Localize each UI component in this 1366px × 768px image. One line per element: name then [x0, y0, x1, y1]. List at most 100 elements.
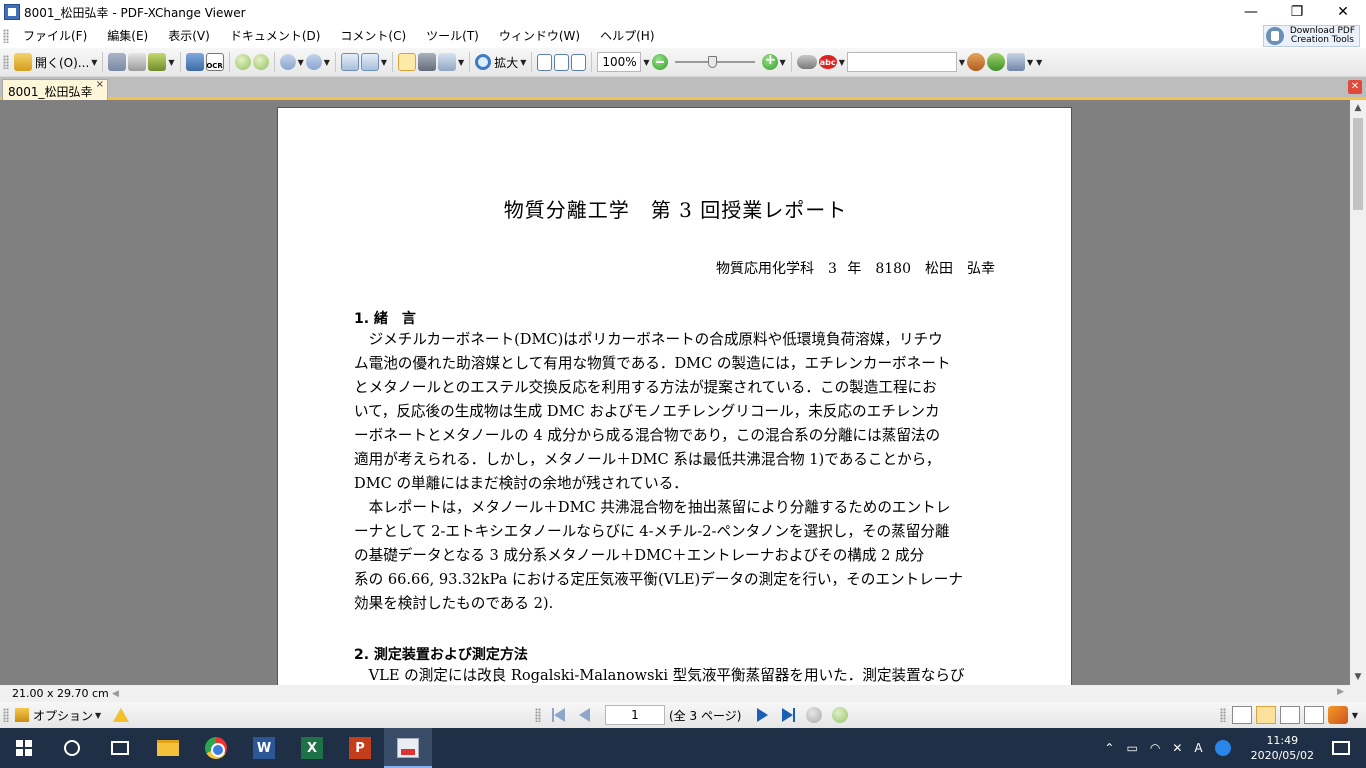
menu-window[interactable]: ウィンドウ(W) — [489, 24, 590, 48]
excel-button[interactable]: X — [288, 728, 336, 768]
close-button[interactable]: ✕ — [1320, 0, 1366, 24]
chevron-down-icon[interactable]: ▼ — [458, 58, 464, 67]
options-tool-button[interactable]: ▼ — [1007, 51, 1033, 73]
menu-help[interactable]: ヘルプ(H) — [590, 24, 664, 48]
chevron-down-icon[interactable]: ▼ — [95, 711, 101, 720]
warning-icon[interactable] — [113, 708, 130, 722]
toolbar-grip[interactable] — [3, 55, 9, 69]
document-viewport[interactable]: 物質分離工学 第 3 回授業レポート 物質応用化学科 3 年 8180 松田 弘… — [0, 100, 1350, 685]
nav-grip[interactable] — [535, 708, 541, 722]
wifi-icon[interactable]: ◠ — [1150, 741, 1160, 755]
menu-file[interactable]: ファイル(F) — [13, 24, 97, 48]
scroll-right-arrow[interactable]: ▶ — [1337, 687, 1344, 697]
scan-button[interactable] — [185, 51, 204, 73]
single-page-view-button[interactable] — [1231, 706, 1252, 724]
highlight-fields-icon[interactable] — [1327, 706, 1348, 724]
zoom-slider-thumb[interactable] — [708, 56, 718, 68]
prev-page-button[interactable] — [574, 706, 594, 724]
pdf-page[interactable]: 物質分離工学 第 3 回授業レポート 物質応用化学科 3 年 8180 松田 弘… — [277, 107, 1072, 685]
redo-button[interactable]: ▼ — [305, 51, 330, 73]
zoom-in-button[interactable]: ▼ — [761, 51, 786, 73]
cortana-button[interactable] — [48, 728, 96, 768]
onedrive-icon[interactable] — [1214, 740, 1231, 756]
chevron-down-icon[interactable]: ▼ — [381, 58, 387, 67]
menu-grip[interactable] — [3, 29, 9, 43]
minimize-button[interactable]: — — [1228, 0, 1274, 24]
stamp-tool-button[interactable] — [967, 51, 985, 73]
save-button[interactable] — [108, 51, 127, 73]
menu-document[interactable]: ドキュメント(D) — [220, 24, 331, 48]
zoom-in-tool-button[interactable]: 拡大 ▼ — [475, 51, 526, 73]
chevron-down-icon[interactable]: ▼ — [168, 58, 174, 67]
volume-muted-icon[interactable]: ✕ — [1172, 741, 1182, 755]
scroll-left-arrow[interactable]: ◀ — [112, 689, 119, 699]
chevron-down-icon[interactable]: ▼ — [959, 58, 965, 67]
pdf-xchange-taskbar-button[interactable] — [384, 728, 432, 768]
close-document-button[interactable]: ✕ — [1348, 80, 1362, 94]
chevron-down-icon[interactable]: ▼ — [643, 58, 649, 67]
chevron-down-icon[interactable]: ▼ — [1027, 58, 1033, 67]
word-button[interactable]: W — [240, 728, 288, 768]
chrome-button[interactable] — [192, 728, 240, 768]
last-page-button[interactable] — [778, 706, 798, 724]
continuous-view-button[interactable] — [1255, 706, 1276, 724]
task-view-button[interactable] — [96, 728, 144, 768]
fit-width-button[interactable] — [571, 51, 587, 73]
chevron-up-icon[interactable]: ⌃ — [1104, 741, 1114, 755]
chevron-down-icon[interactable]: ▼ — [520, 58, 526, 67]
clock[interactable]: 11:49 2020/05/02 — [1251, 733, 1314, 763]
status-grip[interactable] — [3, 708, 9, 722]
chevron-down-icon[interactable]: ▼ — [91, 58, 97, 67]
print-button[interactable] — [128, 51, 147, 73]
menu-edit[interactable]: 編集(E) — [97, 24, 158, 48]
horizontal-scrollbar[interactable]: 21.00 x 29.70 cm ◀ ▶ — [0, 685, 1366, 702]
chevron-down-icon[interactable]: ▼ — [839, 58, 845, 67]
fit-page-button[interactable] — [554, 51, 570, 73]
export-page-button[interactable]: ▼ — [360, 51, 387, 73]
rotate-page-button[interactable] — [340, 51, 359, 73]
file-explorer-button[interactable] — [144, 728, 192, 768]
start-button[interactable] — [0, 728, 48, 768]
facing-view-button[interactable] — [1279, 706, 1300, 724]
pdf-xchange-app-icon[interactable] — [4, 4, 20, 20]
hand-tool-button[interactable] — [398, 51, 417, 73]
chevron-down-icon[interactable]: ▼ — [1352, 711, 1358, 720]
zoom-out-button[interactable] — [651, 51, 668, 73]
first-page-button[interactable] — [548, 706, 568, 724]
continuous-facing-view-button[interactable] — [1303, 706, 1324, 724]
back-button[interactable] — [234, 51, 251, 73]
toolbar-overflow-icon[interactable]: ▼ — [1036, 58, 1042, 67]
next-page-button[interactable] — [752, 706, 772, 724]
restore-button[interactable]: ❐ — [1274, 0, 1320, 24]
measure-tool-button[interactable] — [987, 51, 1005, 73]
vertical-scrollbar[interactable]: ▲ ▼ — [1350, 100, 1366, 685]
forward-button[interactable] — [252, 51, 269, 73]
chevron-down-icon[interactable]: ▼ — [298, 58, 304, 67]
search-input[interactable] — [846, 52, 957, 72]
spell-check-button[interactable]: abc ▼ — [818, 51, 845, 73]
open-button[interactable]: 開く(O)... ▼ — [14, 51, 97, 73]
notification-center-icon[interactable] — [1332, 741, 1350, 755]
undo-button[interactable]: ▼ — [279, 51, 304, 73]
layout-grip[interactable] — [1219, 708, 1226, 722]
scroll-up-arrow[interactable]: ▲ — [1350, 100, 1366, 116]
download-pdf-tools-button[interactable]: Download PDF Creation Tools — [1262, 25, 1360, 47]
search-combo[interactable]: ▼ — [846, 51, 965, 73]
next-view-icon[interactable] — [832, 707, 849, 723]
powerpoint-button[interactable]: P — [336, 728, 384, 768]
zoom-slider[interactable] — [674, 52, 755, 72]
email-button[interactable]: ▼ — [148, 51, 175, 73]
tab-close-icon[interactable]: × — [96, 79, 104, 90]
zoom-level-combo[interactable]: 100% ▼ — [597, 51, 650, 73]
options-menu[interactable]: オプション — [33, 707, 93, 724]
menu-comment[interactable]: コメント(C) — [330, 24, 416, 48]
actual-size-button[interactable] — [537, 51, 553, 73]
battery-icon[interactable]: ▭ — [1126, 741, 1137, 755]
menu-view[interactable]: 表示(V) — [158, 24, 220, 48]
menu-tools[interactable]: ツール(T) — [416, 24, 489, 48]
find-button[interactable] — [796, 51, 817, 73]
ocr-button[interactable]: OCR — [205, 51, 224, 73]
select-tool-button[interactable]: ▼ — [438, 51, 464, 73]
zoom-level-field[interactable]: 100% — [597, 52, 642, 72]
scroll-down-arrow[interactable]: ▼ — [1350, 669, 1366, 685]
